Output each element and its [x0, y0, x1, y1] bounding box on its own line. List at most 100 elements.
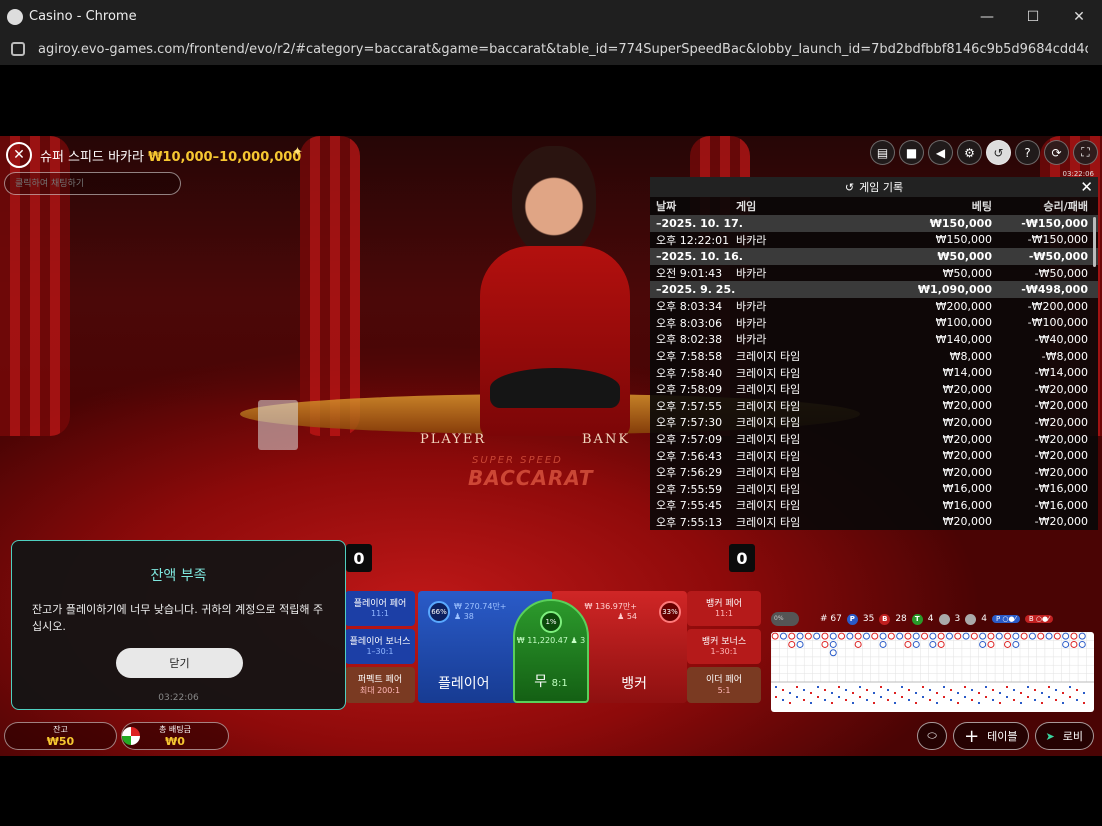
history-result: -₩16,000: [1034, 482, 1088, 496]
road-marker: [838, 632, 846, 640]
derived-road-marker: [978, 692, 980, 694]
history-date: 오후 7:56:43: [656, 449, 723, 463]
banker-pair-bet[interactable]: 뱅커 페어 11:1: [687, 591, 761, 626]
history-game: 바카라: [736, 233, 767, 247]
player-bonus-bet[interactable]: 플레이어 보너스 1–30:1: [345, 629, 415, 664]
history-row[interactable]: 오후 8:03:34 바카라 ₩200,000 -₩200,000: [650, 298, 1098, 315]
history-bet: ₩100,000: [935, 316, 992, 330]
close-window-button[interactable]: ✕: [1056, 0, 1102, 33]
derived-road-marker: [901, 686, 903, 688]
banker-bonus-bet[interactable]: 뱅커 보너스 1–30:1: [687, 629, 761, 664]
history-game: 바카라: [736, 300, 767, 314]
chat-input[interactable]: [4, 172, 181, 195]
derived-road-marker: [999, 702, 1001, 704]
player-ask-button[interactable]: P ○●⁄: [991, 615, 1020, 623]
history-date: 오후 8:03:06: [656, 316, 723, 330]
road-marker: [804, 632, 812, 640]
help-icon[interactable]: ?: [1015, 140, 1040, 165]
history-date: 오후 7:55:59: [656, 482, 723, 496]
road-marker: [871, 632, 879, 640]
road-marker: [854, 632, 862, 640]
close-game-button[interactable]: ✕: [6, 142, 32, 168]
road-marker: [954, 632, 962, 640]
lobby-button[interactable]: ➤ 로비: [1034, 722, 1094, 750]
history-row[interactable]: 오후 7:58:58 크레이지 타임 ₩8,000 -₩8,000: [650, 348, 1098, 365]
history-row[interactable]: 오후 7:56:29 크레이지 타임 ₩20,000 -₩20,000: [650, 464, 1098, 481]
banker-pair-count: 4: [981, 614, 987, 624]
road-marker: [796, 640, 804, 648]
derived-road-marker: [929, 689, 931, 691]
close-history-button[interactable]: ✕: [1080, 178, 1093, 196]
address-bar[interactable]: agiroy.evo-games.com/frontend/evo/r2/#ca…: [0, 33, 1102, 65]
tie-percent: 1%: [540, 611, 562, 633]
dialog-close-button[interactable]: 닫기: [116, 648, 243, 678]
derived-road-marker: [796, 696, 798, 698]
history-date-row[interactable]: –2025. 10. 17. ₩150,000 -₩150,000: [650, 215, 1098, 232]
history-row[interactable]: 오후 7:56:43 크레이지 타임 ₩20,000 -₩20,000: [650, 447, 1098, 464]
tie-bet[interactable]: 1% ₩ 11,220.47 ♟ 3 무 8:1: [513, 599, 589, 703]
history-icon[interactable]: ↺: [986, 140, 1011, 165]
chip-stack-button[interactable]: ⬭: [917, 722, 948, 750]
history-row[interactable]: 오후 7:55:45 크레이지 타임 ₩16,000 -₩16,000: [650, 497, 1098, 514]
history-date-row[interactable]: –2025. 10. 16. ₩50,000 -₩50,000: [650, 248, 1098, 265]
chat-icon[interactable]: ▤: [870, 140, 895, 165]
table-title: 슈퍼 스피드 바카라 ₩10,000–10,000,000: [40, 146, 301, 165]
banker-ask-button[interactable]: B ○●⁄: [1024, 615, 1054, 623]
road-marker: [921, 632, 929, 640]
road-marker: [813, 632, 821, 640]
history-row[interactable]: 오전 9:01:43 바카라 ₩50,000 -₩50,000: [650, 265, 1098, 282]
player-pair-bet[interactable]: 플레이어 페어 11:1: [345, 591, 415, 626]
road-toggle[interactable]: 0%: [771, 612, 799, 626]
history-row[interactable]: 오후 8:03:06 바카라 ₩100,000 -₩100,000: [650, 315, 1098, 332]
add-table-button[interactable]: + 테이블: [953, 722, 1029, 750]
history-result: -₩200,000: [1027, 299, 1088, 313]
site-settings-icon[interactable]: [11, 42, 25, 56]
road-marker: [1070, 632, 1078, 640]
either-pair-bet[interactable]: 이더 페어 5:1: [687, 667, 761, 703]
video-icon[interactable]: ■: [899, 140, 924, 165]
volume-icon[interactable]: ◀: [928, 140, 953, 165]
derived-road-marker: [803, 699, 805, 701]
history-row[interactable]: 오후 8:02:38 바카라 ₩140,000 -₩40,000: [650, 331, 1098, 348]
history-bet: ₩20,000: [942, 399, 992, 413]
history-row[interactable]: 오후 7:57:30 크레이지 타임 ₩20,000 -₩20,000: [650, 414, 1098, 431]
derived-road-marker: [943, 686, 945, 688]
col-date: 날짜: [656, 200, 677, 213]
derived-road-marker: [894, 702, 896, 704]
history-game: 크레이지 타임: [736, 466, 801, 480]
history-result: -₩20,000: [1034, 399, 1088, 413]
refresh-icon[interactable]: ⟳: [1044, 140, 1069, 165]
derived-road-marker: [936, 702, 938, 704]
history-date-row[interactable]: –2025. 9. 25. ₩1,090,000 -₩498,000: [650, 281, 1098, 298]
fullscreen-icon[interactable]: ⛶: [1073, 140, 1098, 165]
settings-icon[interactable]: ⚙: [957, 140, 982, 165]
history-game: 크레이지 타임: [736, 366, 801, 380]
history-row[interactable]: 오후 7:58:40 크레이지 타임 ₩14,000 -₩14,000: [650, 364, 1098, 381]
perfect-pair-bet[interactable]: 퍼펙트 페어 최대 200:1: [345, 667, 415, 703]
derived-road-marker: [978, 702, 980, 704]
player-wins: 35: [862, 614, 875, 624]
history-row[interactable]: 오후 7:57:55 크레이지 타임 ₩20,000 -₩20,000: [650, 398, 1098, 415]
minimize-button[interactable]: —: [964, 0, 1010, 33]
history-row[interactable]: 오후 7:58:09 크레이지 타임 ₩20,000 -₩20,000: [650, 381, 1098, 398]
chip-stack-icon: ⬭: [927, 729, 937, 742]
derived-road-marker: [1048, 686, 1050, 688]
history-row[interactable]: 오후 7:55:13 크레이지 타임 ₩20,000 -₩20,000: [650, 514, 1098, 531]
derived-road-marker: [992, 699, 994, 701]
table-player-label: PLAYER: [420, 432, 487, 447]
derived-road-marker: [957, 702, 959, 704]
history-scrollbar[interactable]: [1093, 217, 1096, 267]
history-row[interactable]: 오후 12:22:01 바카라 ₩150,000 -₩150,000: [650, 232, 1098, 249]
dialog-title: 잔액 부족: [150, 568, 207, 584]
maximize-button[interactable]: ☐: [1010, 0, 1056, 33]
history-date: –2025. 9. 25.: [656, 283, 736, 297]
url-text[interactable]: agiroy.evo-games.com/frontend/evo/r2/#ca…: [38, 42, 1088, 57]
derived-road-marker: [1055, 699, 1057, 701]
derived-road-marker: [782, 699, 784, 701]
history-row[interactable]: 오후 7:55:59 크레이지 타임 ₩16,000 -₩16,000: [650, 481, 1098, 498]
derived-road-marker: [845, 689, 847, 691]
col-bet: 베팅: [971, 200, 992, 213]
road-marker: [937, 632, 945, 640]
history-row[interactable]: 오후 7:57:09 크레이지 타임 ₩20,000 -₩20,000: [650, 431, 1098, 448]
derived-road-marker: [1041, 692, 1043, 694]
